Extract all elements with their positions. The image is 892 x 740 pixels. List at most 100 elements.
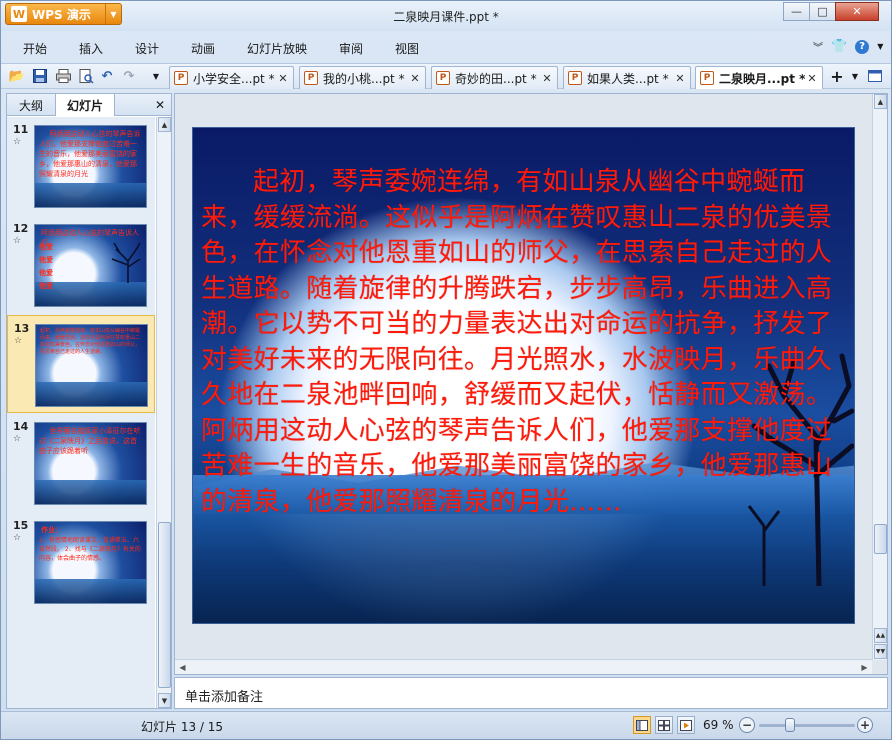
thumbnail-scrollbar[interactable]: ▲ ▼ <box>156 117 171 708</box>
slideshow-play-icon[interactable] <box>677 716 695 734</box>
skin-icon[interactable]: 👕 <box>831 39 847 54</box>
animation-star-icon: ☆ <box>13 236 22 246</box>
menu-animation[interactable]: 动画 <box>191 40 215 57</box>
presentation-file-icon: P <box>568 71 582 85</box>
notes-pane[interactable]: 单击添加备注 <box>174 677 888 709</box>
presentation-file-icon: P <box>700 71 714 85</box>
scroll-up-icon[interactable]: ▲ <box>158 117 171 132</box>
open-folder-icon[interactable]: 📂 <box>9 68 25 84</box>
slide-number: 12 <box>13 222 29 235</box>
slide-body-text[interactable]: 起初，琴声委婉连绵，有如山泉从幽谷中蜿蜒而来，缓缓流淌。这似乎是阿炳在赞叹惠山二… <box>201 165 849 520</box>
thumbnail-list-item: 他爱 <box>39 282 53 290</box>
scroll-up-icon[interactable]: ▲ <box>874 94 887 109</box>
close-panel-icon[interactable]: ✕ <box>155 98 165 112</box>
scroll-down-icon[interactable]: ▼ <box>158 693 171 708</box>
menu-review[interactable]: 审阅 <box>339 40 363 57</box>
next-slide-icon[interactable]: ▼▼ <box>874 644 887 659</box>
thumbnail-text: 起初，琴声委婉连绵，有如山泉从幽谷中蜿蜒而来，缓缓流淌。这似乎是阿炳在赞叹惠山二… <box>40 328 141 355</box>
slide-number: 11 <box>13 123 29 136</box>
scroll-left-icon[interactable]: ◀ <box>175 661 190 674</box>
doc-tab-label: 奇妙的田...pt * <box>455 71 537 86</box>
animation-star-icon: ☆ <box>13 434 22 444</box>
menu-design[interactable]: 设计 <box>135 40 159 57</box>
thumbnail-list-item: 他爱 <box>39 269 53 277</box>
slide-editor: 起初，琴声委婉连绵，有如山泉从幽谷中蜿蜒而来，缓缓流淌。这似乎是阿炳在赞叹惠山二… <box>174 93 888 675</box>
window-controls: — □ ✕ <box>783 2 879 22</box>
layout-icon[interactable] <box>867 68 883 84</box>
doc-tab-label: 二泉映月...pt * <box>719 71 805 86</box>
redo-icon[interactable]: ↷ <box>121 68 137 84</box>
close-tab-icon[interactable]: ✕ <box>276 72 290 85</box>
help-dropdown-icon[interactable]: ▼ <box>877 42 883 51</box>
customize-toolbar-icon[interactable]: ▼ <box>148 68 164 84</box>
print-icon[interactable] <box>55 68 71 84</box>
current-slide[interactable]: 起初，琴声委婉连绵，有如山泉从幽谷中蜿蜒而来，缓缓流淌。这似乎是阿炳在赞叹惠山二… <box>192 127 855 624</box>
zoom-in-button[interactable]: + <box>857 717 873 733</box>
thumbnail-slide-13-selected[interactable]: 13 ☆ 起初，琴声委婉连绵，有如山泉从幽谷中蜿蜒而来，缓缓流淌。这似乎是阿炳在… <box>7 315 155 413</box>
collapse-ribbon-icon[interactable]: ︾ <box>813 39 823 54</box>
status-bar: 幻灯片 13 / 15 69 % − + <box>1 711 891 739</box>
thumbnail-list-text: 他爱 他爱 他爱 他爱 <box>39 241 53 293</box>
slide-number: 13 <box>14 322 30 335</box>
tree-silhouette-icon <box>111 242 141 283</box>
doc-tab-4[interactable]: P 如果人类...pt * ✕ <box>563 66 691 89</box>
title-bar: W WPS 演示 ▼ 二泉映月课件.ppt * — □ ✕ <box>1 1 891 31</box>
doc-tab-1[interactable]: P 小学安全...pt * ✕ <box>169 66 294 89</box>
close-tab-icon[interactable]: ✕ <box>805 72 819 85</box>
app-window: W WPS 演示 ▼ 二泉映月课件.ppt * — □ ✕ 开始 插入 设计 动… <box>0 0 892 740</box>
thumbnail-text: 阿炳用这动人心弦的琴声告诉人们，他爱那支撑他度过苦难一生的音乐，他爱那美丽富饶的… <box>39 130 141 178</box>
thumbnail-title: 作业： <box>41 526 62 534</box>
presentation-file-icon: P <box>304 71 318 85</box>
zoom-slider-knob[interactable] <box>785 718 795 732</box>
thumbnail-slide-15[interactable]: 15 ☆ 作业： 1、有感情地朗读课文，背诵第五、六自然段。 2、找与《二泉映月… <box>7 513 155 611</box>
help-icon[interactable]: ? <box>855 39 870 54</box>
new-tab-icon[interactable]: + <box>829 67 845 86</box>
animation-star-icon: ☆ <box>13 137 22 147</box>
doc-tab-2[interactable]: P 我的小桃...pt * ✕ <box>299 66 426 89</box>
thumbnail-slide-11[interactable]: 11 ☆ 阿炳用这动人心弦的琴声告诉人们，他爱那支撑他度过苦难一生的音乐，他爱那… <box>7 117 155 215</box>
menu-home[interactable]: 开始 <box>23 40 47 57</box>
editor-vertical-scrollbar[interactable]: ▲ ▲▲ ▼▼ <box>872 94 887 660</box>
slide-number: 15 <box>13 519 29 532</box>
tab-outline[interactable]: 大纲 <box>7 94 55 116</box>
thumbnail-slide-14[interactable]: 14 ☆ 世界著名指挥家小泽征尔在听过《二泉映月》之后曾说，这首曲子应该跪着听 <box>7 414 155 512</box>
scrollbar-thumb[interactable] <box>874 524 887 554</box>
undo-icon[interactable]: ↶ <box>99 68 115 84</box>
print-preview-icon[interactable] <box>78 68 94 84</box>
close-window-button[interactable]: ✕ <box>835 2 879 21</box>
slide-thumbnail: 阿炳用这动人心弦的琴声告诉人们， 他爱 他爱 他爱 他爱 <box>34 224 147 307</box>
slide-indicator: 幻灯片 13 / 15 <box>141 720 224 734</box>
panel-tabs: 大纲 幻灯片 ✕ <box>7 94 171 116</box>
scroll-right-icon[interactable]: ▶ <box>857 661 872 674</box>
zoom-slider-track[interactable] <box>759 724 855 727</box>
save-icon[interactable] <box>32 68 48 84</box>
notes-placeholder[interactable]: 单击添加备注 <box>185 686 263 705</box>
menu-slideshow[interactable]: 幻灯片放映 <box>247 40 307 57</box>
animation-star-icon: ☆ <box>13 533 22 543</box>
quick-access-toolbar: 📂 ↶ ↷ ▼ P 小学安全...pt * ✕ P 我的小桃...pt * ✕ … <box>1 63 891 89</box>
previous-slide-icon[interactable]: ▲▲ <box>874 628 887 643</box>
editor-horizontal-scrollbar[interactable]: ◀ ▶ <box>175 659 872 674</box>
menu-view[interactable]: 视图 <box>395 40 419 57</box>
scrollbar-thumb[interactable] <box>158 522 171 688</box>
doc-tab-5-active[interactable]: P 二泉映月...pt * ✕ <box>695 66 823 89</box>
slide-sorter-icon[interactable] <box>655 716 673 734</box>
thumbnail-list-item: 他爱 <box>39 243 53 251</box>
tab-slides[interactable]: 幻灯片 <box>55 94 115 116</box>
doc-tab-3[interactable]: P 奇妙的田...pt * ✕ <box>431 66 558 89</box>
minimize-button[interactable]: — <box>783 2 810 21</box>
thumbnail-text: 世界著名指挥家小泽征尔在听过《二泉映月》之后曾说，这首曲子应该跪着听 <box>39 427 141 455</box>
slide-thumbnail: 世界著名指挥家小泽征尔在听过《二泉映月》之后曾说，这首曲子应该跪着听 <box>34 422 147 505</box>
close-tab-icon[interactable]: ✕ <box>408 72 422 85</box>
menu-bar: 开始 插入 设计 动画 幻灯片放映 审阅 视图 ︾ 👕 ? ▼ <box>1 31 891 61</box>
tab-list-dropdown-icon[interactable]: ▼ <box>847 68 863 84</box>
close-tab-icon[interactable]: ✕ <box>540 72 554 85</box>
close-tab-icon[interactable]: ✕ <box>673 72 687 85</box>
zoom-out-button[interactable]: − <box>739 717 755 733</box>
maximize-button[interactable]: □ <box>809 2 836 21</box>
thumbnail-slide-12[interactable]: 12 ☆ 阿炳用这动人心弦的琴声告诉人们， 他爱 他爱 他爱 他爱 <box>7 216 155 314</box>
doc-tab-label: 我的小桃...pt * <box>323 71 405 86</box>
thumbnail-list: 11 ☆ 阿炳用这动人心弦的琴声告诉人们，他爱那支撑他度过苦难一生的音乐，他爱那… <box>7 117 155 708</box>
menu-insert[interactable]: 插入 <box>79 40 103 57</box>
normal-view-icon[interactable] <box>633 716 651 734</box>
